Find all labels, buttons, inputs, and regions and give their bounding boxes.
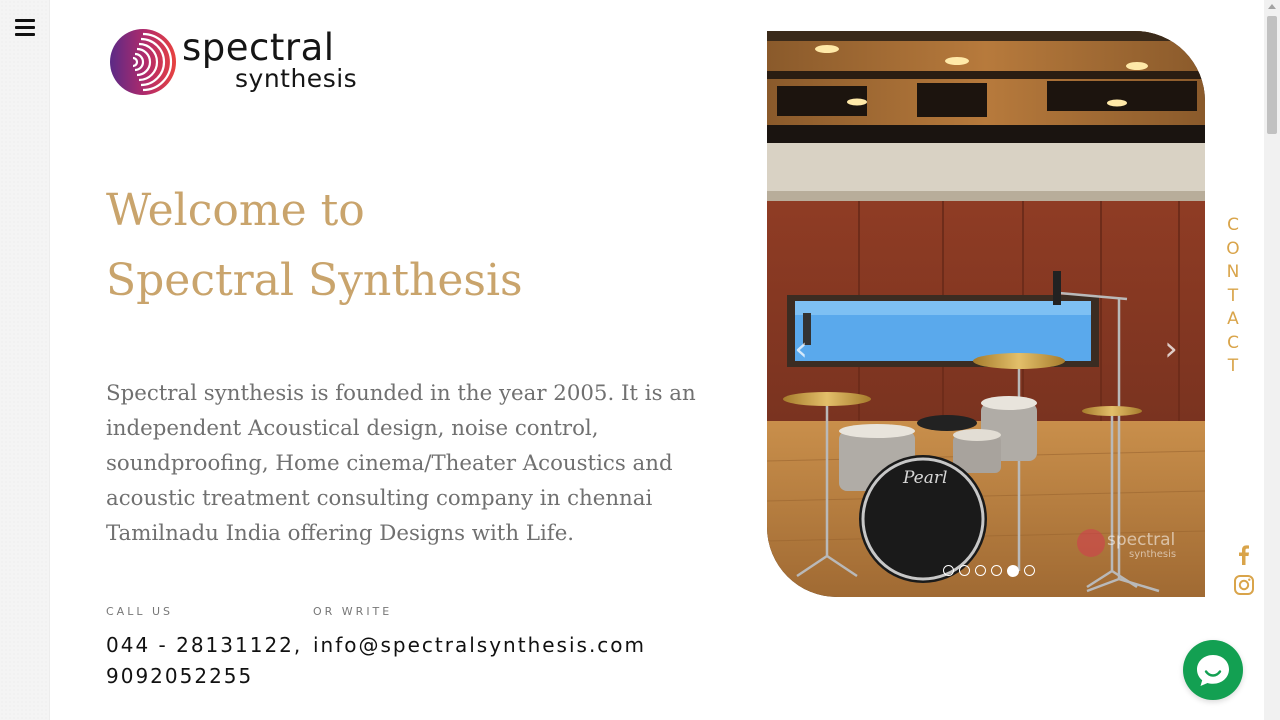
facebook-icon[interactable] <box>1232 543 1256 567</box>
slider-dots <box>943 565 1035 577</box>
site-logo[interactable]: spectral synthesis <box>106 26 366 98</box>
call-us-label: CALL US <box>106 605 173 618</box>
instagram-icon[interactable] <box>1232 573 1256 597</box>
slider-dot-6[interactable] <box>1024 565 1035 576</box>
slider-dot-1[interactable] <box>943 565 954 576</box>
left-sidebar <box>0 0 50 720</box>
contact-letter: T <box>1227 356 1239 376</box>
slider-dot-3[interactable] <box>975 565 986 576</box>
phone-number-1[interactable]: 044 - 28131122, <box>106 633 302 657</box>
page-scrollbar[interactable] <box>1264 0 1280 720</box>
write-us-block: OR WRITE info@spectralsynthesis.com <box>313 605 646 661</box>
chevron-left-icon[interactable]: ‹ <box>789 331 813 367</box>
vertical-contact-link[interactable]: C O N T A C T <box>1223 214 1243 379</box>
contact-letter: C <box>1227 332 1239 353</box>
spectral-logo-mark <box>110 29 176 95</box>
chat-bubble-icon[interactable] <box>1183 640 1243 700</box>
phone-number-2[interactable]: 9092052255 <box>106 664 253 688</box>
image-watermark-line1: spectral <box>1107 530 1175 550</box>
slider-dot-2[interactable] <box>959 565 970 576</box>
contact-letter: N <box>1226 262 1240 282</box>
company-description: Spectral synthesis is founded in the yea… <box>106 381 696 546</box>
title-line-2: Spectral Synthesis <box>106 255 523 306</box>
scrollbar-thumb[interactable] <box>1267 16 1277 134</box>
email-link[interactable]: info@spectralsynthesis.com <box>313 630 646 661</box>
title-line-1: Welcome to <box>106 185 365 236</box>
page-title: Welcome to Spectral Synthesis <box>106 176 523 316</box>
studio-drum-kit-image: Pearl spectral synthesis <box>767 31 1205 597</box>
hero-image-slider[interactable]: Pearl spectral synthesis ‹ › <box>767 31 1205 597</box>
call-us-block: CALL US 044 - 28131122, 9092052255 <box>106 605 306 692</box>
logo-text-synthesis: synthesis <box>235 64 358 93</box>
phone-numbers[interactable]: 044 - 28131122, 9092052255 <box>106 630 306 692</box>
slider-dot-5[interactable] <box>1007 565 1019 577</box>
image-watermark-line2: synthesis <box>1129 549 1176 560</box>
contact-letter: T <box>1227 285 1239 306</box>
logo-text-spectral: spectral <box>182 26 335 69</box>
contact-letter: O <box>1226 238 1240 259</box>
chevron-right-icon[interactable]: › <box>1159 331 1183 367</box>
write-label: OR WRITE <box>313 605 393 618</box>
slider-dot-4[interactable] <box>991 565 1002 576</box>
drum-brand-text: Pearl <box>902 468 947 488</box>
scroll-up-arrow-icon[interactable] <box>1268 4 1276 9</box>
contact-letter: A <box>1227 309 1239 329</box>
hamburger-menu-icon[interactable] <box>15 19 35 37</box>
contact-letter: C <box>1227 215 1239 235</box>
